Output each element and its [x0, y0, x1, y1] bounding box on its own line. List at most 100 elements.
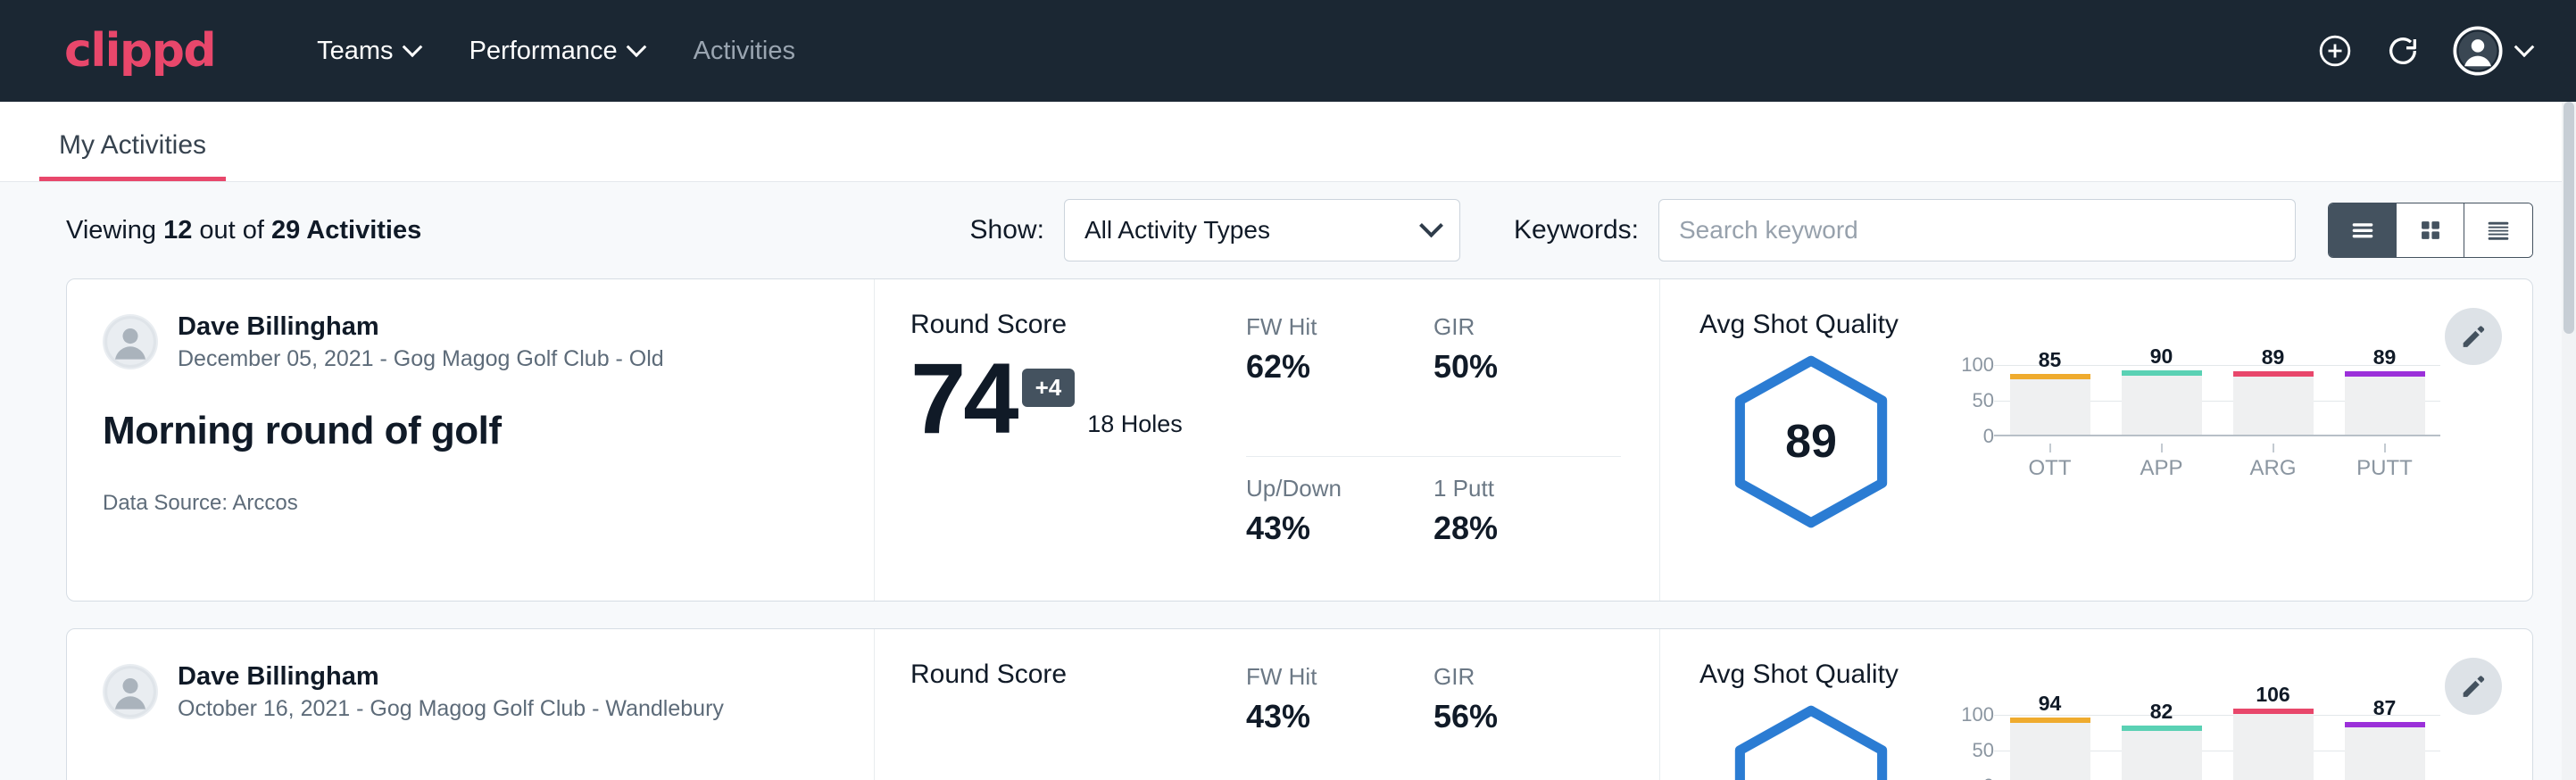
bar-column: 85: [2010, 348, 2090, 435]
bar-column: 94: [2010, 692, 2090, 780]
compact-view-icon: [2483, 215, 2514, 245]
tab-my-activities[interactable]: My Activities: [39, 130, 226, 181]
bar-arg: [2233, 371, 2314, 435]
x-axis-label: APP: [2122, 444, 2202, 481]
bar-app: [2122, 726, 2202, 780]
grid-view-icon: [2415, 215, 2446, 245]
view-mode-grid-button[interactable]: [2397, 203, 2464, 257]
edit-activity-button[interactable]: [2445, 658, 2502, 715]
nav-item-teams[interactable]: Teams: [292, 37, 444, 66]
page-scrollbar-thumb[interactable]: [2564, 102, 2574, 334]
bar-value-label: 87: [2373, 696, 2397, 720]
viewing-count: 12: [163, 216, 192, 245]
stat-value: 43%: [1246, 510, 1433, 547]
view-mode-toggle: [2328, 203, 2533, 258]
activity-card-summary: Dave Billingham December 05, 2021 - Gog …: [67, 279, 875, 601]
bar-putt: [2345, 722, 2425, 780]
activity-meta: October 16, 2021 - Gog Magog Golf Club -…: [178, 694, 724, 725]
bar-value-label: 89: [2262, 345, 2285, 369]
shot-quality-bar-chart: 050100 94 82 106 87 OTT APP ARG: [1944, 693, 2440, 780]
view-mode-list-button[interactable]: [2329, 203, 2397, 257]
viewing-prefix: Viewing: [66, 216, 163, 245]
activity-card-shot-quality: Avg Shot Quality 89 050100 85: [1660, 279, 2532, 601]
bar-value-label: 106: [2256, 683, 2289, 707]
keywords-label: Keywords:: [1514, 215, 1639, 245]
y-axis: 050100: [1944, 358, 1994, 436]
activity-title: Morning round of golf: [103, 409, 838, 453]
stat-gir: GIR 56%: [1433, 663, 1621, 780]
round-score-block: Round Score: [910, 660, 1246, 780]
viewing-mid: out of: [192, 216, 271, 245]
round-score-row: [910, 699, 1246, 709]
avatar: [103, 314, 158, 369]
pencil-icon: [2458, 321, 2489, 352]
avg-shot-quality-label: Avg Shot Quality: [1699, 660, 2532, 690]
player-info: Dave Billingham December 05, 2021 - Gog …: [178, 310, 664, 375]
activity-data-source: Data Source: Arccos: [103, 491, 838, 516]
bar-column: 87: [2345, 696, 2425, 780]
nav-actions: [2317, 26, 2531, 76]
chevron-down-icon: [626, 37, 646, 57]
nav-item-teams-label: Teams: [317, 37, 393, 66]
activity-type-select[interactable]: All Activity Types: [1064, 199, 1460, 261]
round-score-row: 74 +4 18 Holes: [910, 349, 1246, 449]
chart-plot-area: 050100 94 82 106 87: [1944, 708, 2440, 780]
activity-card-scores: Round Score FW Hit 43% GIR 56% Up/Down: [875, 629, 1660, 780]
x-axis-tick: [2161, 444, 2163, 452]
round-holes-label: 18 Holes: [1087, 411, 1183, 438]
stat-value: 28%: [1433, 510, 1621, 547]
nav-item-activities-label: Activities: [694, 37, 795, 66]
nav-item-performance[interactable]: Performance: [445, 37, 669, 66]
x-axis-label: PUTT: [2345, 444, 2425, 481]
filter-controls: Show: All Activity Types Keywords:: [970, 199, 2533, 261]
search-input[interactable]: [1658, 199, 2296, 261]
shot-quality-hex-wrap: 89: [1699, 344, 1923, 531]
bar-column: 90: [2122, 344, 2202, 435]
y-axis-tick-label: 50: [1973, 389, 1994, 412]
stat-label: FW Hit: [1246, 313, 1433, 341]
shot-quality-bar-chart: 050100 85 90 89 89 OTT APP ARG: [1944, 344, 2440, 481]
round-stats-grid: FW Hit 43% GIR 56% Up/Down 1 Putt: [1246, 660, 1621, 780]
page-scrollbar[interactable]: [2562, 102, 2576, 780]
activity-card[interactable]: Dave Billingham December 05, 2021 - Gog …: [66, 278, 2533, 602]
activity-card[interactable]: Dave Billingham October 16, 2021 - Gog M…: [66, 628, 2533, 780]
shot-quality-hexagon: 89: [1726, 353, 1896, 531]
player-name: Dave Billingham: [178, 310, 664, 344]
x-axis: OTT APP ARG PUTT: [1994, 444, 2440, 481]
round-score-label: Round Score: [910, 310, 1246, 340]
player-header: Dave Billingham December 05, 2021 - Gog …: [103, 310, 838, 375]
account-menu[interactable]: [2453, 26, 2531, 76]
stat-gir: GIR 50%: [1433, 313, 1621, 457]
stat-up-down: Up/Down 43%: [1246, 457, 1433, 602]
edit-activity-button[interactable]: [2445, 308, 2502, 365]
clippd-logo[interactable]: clippd: [64, 28, 215, 74]
stat-value: 56%: [1433, 698, 1621, 735]
bar-column: 106: [2233, 683, 2314, 780]
bar-ott: [2010, 374, 2090, 435]
x-axis-label: ARG: [2233, 444, 2314, 481]
shot-quality-hexagon: [1726, 702, 1896, 780]
stat-label: GIR: [1433, 313, 1621, 341]
chevron-down-icon: [1419, 213, 1443, 237]
stat-fw-hit: FW Hit 43%: [1246, 663, 1433, 780]
bar-putt: [2345, 371, 2425, 435]
top-navigation-bar: clippd Teams Performance Activities: [0, 0, 2576, 102]
person-icon: [103, 314, 158, 369]
nav-item-activities[interactable]: Activities: [669, 37, 820, 66]
pencil-icon: [2458, 671, 2489, 701]
round-score-value: 74: [910, 349, 1017, 449]
view-mode-compact-button[interactable]: [2464, 203, 2532, 257]
bar-value-label: 90: [2150, 344, 2173, 369]
shot-quality-hex-wrap: [1699, 693, 1923, 780]
viewing-suffix: Activities: [300, 216, 421, 245]
list-view-icon: [2347, 215, 2378, 245]
stat-label: GIR: [1433, 663, 1621, 691]
x-axis-tick: [2273, 444, 2274, 452]
viewing-count-text: Viewing 12 out of 29 Activities: [66, 216, 421, 245]
plus-circle-icon[interactable]: [2317, 33, 2353, 69]
round-stats-grid: FW Hit 62% GIR 50% Up/Down 43% 1 Putt 28…: [1246, 310, 1621, 601]
nav-item-performance-label: Performance: [469, 37, 618, 66]
x-axis-label: OTT: [2010, 444, 2090, 481]
refresh-icon[interactable]: [2385, 33, 2421, 69]
stat-value: 50%: [1433, 348, 1621, 386]
